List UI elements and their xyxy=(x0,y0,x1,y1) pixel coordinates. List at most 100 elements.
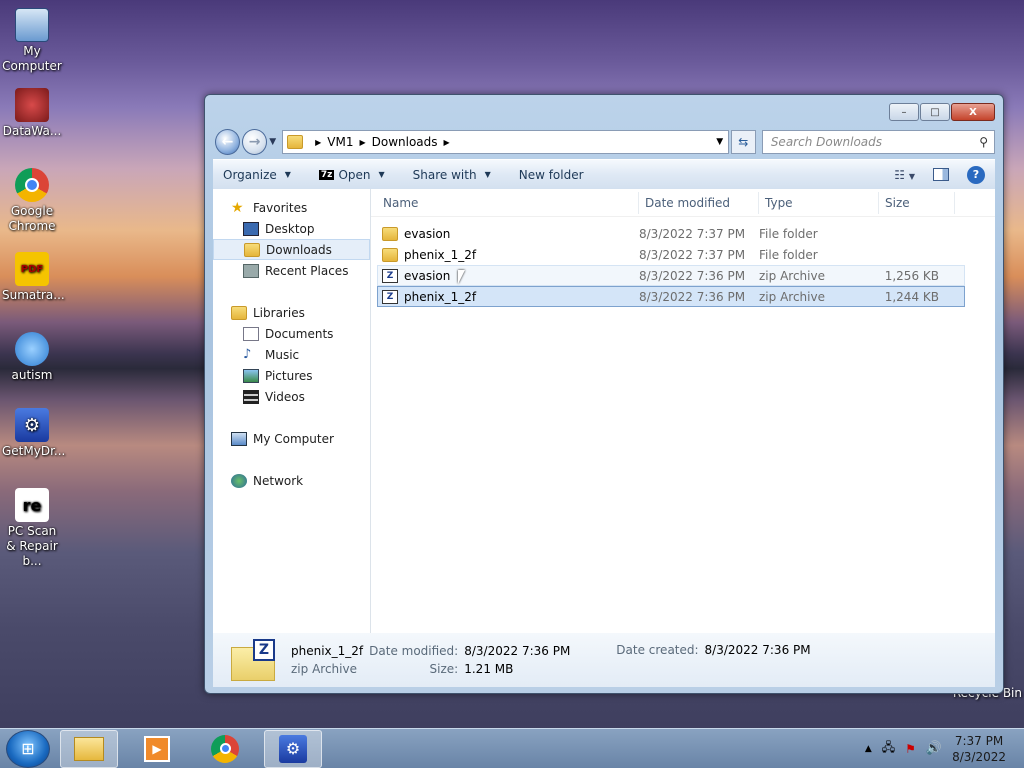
show-hidden-icons-icon[interactable]: ▲ xyxy=(865,744,872,754)
clock[interactable]: 7:37 PM 8/3/2022 xyxy=(952,733,1006,765)
view-options-icon[interactable]: ☷ ▼ xyxy=(894,168,915,182)
organize-label: Organize xyxy=(223,167,277,182)
column-size[interactable]: Size xyxy=(879,191,955,214)
open-button[interactable]: 7z Open ▼ xyxy=(318,168,385,182)
file-name: phenix_1_2f xyxy=(404,289,477,304)
nav-favorites[interactable]: ★ Favorites xyxy=(213,197,370,218)
desktop-icon-my-computer[interactable]: My Computer xyxy=(2,8,62,74)
start-button[interactable]: ⊞ xyxy=(6,729,50,768)
media-player-icon: ▶ xyxy=(144,735,170,762)
breadcrumb-vm1[interactable]: VM1 xyxy=(327,135,353,149)
volume-icon[interactable]: 🔊 xyxy=(926,741,942,756)
toolbar-right: ☷ ▼ ? xyxy=(894,165,985,184)
clock-date: 8/3/2022 xyxy=(952,749,1006,764)
desktop-icon-pc-scan[interactable]: re PC Scan & Repair b... xyxy=(2,488,62,569)
nav-my-computer-label: My Computer xyxy=(253,431,334,446)
forward-button[interactable]: → xyxy=(242,129,268,155)
nav-videos-label: Videos xyxy=(265,389,305,404)
taskbar-media-player[interactable]: ▶ xyxy=(128,730,186,768)
file-row[interactable]: evasion 8/3/2022 7:37 PM File folder xyxy=(377,223,965,244)
address-bar[interactable]: ▶ VM1 ▶ Downloads ▶ ▼ xyxy=(282,130,729,154)
navigation-pane: ★ Favorites Desktop Downloads Recent Plac… xyxy=(213,189,371,633)
column-date-modified[interactable]: Date modified xyxy=(639,191,759,214)
details-created-value-col: 8/3/2022 7:36 PM xyxy=(705,641,811,659)
nav-videos[interactable]: Videos xyxy=(213,386,370,407)
file-date: 8/3/2022 7:36 PM xyxy=(639,268,746,283)
breadcrumb-separator-icon[interactable]: ▶ xyxy=(359,138,365,147)
desktop-icon-label: GetMyDr... xyxy=(2,444,66,458)
folder-icon xyxy=(287,135,304,149)
preview-pane-icon[interactable] xyxy=(933,168,949,181)
file-row[interactable]: Zevasion 8/3/2022 7:36 PM zip Archive 1,… xyxy=(377,265,965,286)
address-dropdown-icon[interactable]: ▼ xyxy=(712,137,728,147)
file-list: Name Date modified Type Size evasion 8/3… xyxy=(371,189,995,633)
pictures-icon xyxy=(243,368,259,383)
nav-pictures-label: Pictures xyxy=(265,368,313,383)
desktop-icon-getmydr[interactable]: ⚙ GetMyDr... xyxy=(2,408,66,459)
recent-pages-dropdown-icon[interactable]: ▼ xyxy=(269,137,276,147)
maximize-button[interactable]: □ xyxy=(920,103,950,121)
file-type: File folder xyxy=(759,247,818,262)
action-center-icon[interactable]: ⚑ xyxy=(905,742,916,756)
back-arrow-icon: ← xyxy=(221,134,234,150)
desktop-icon-autism[interactable]: autism xyxy=(2,332,62,383)
navigation-bar: ← → ▼ ▶ VM1 ▶ Downloads ▶ ▼ ⇆ Search Dow… xyxy=(215,129,995,155)
details-labels-col: Date modified: Size: xyxy=(369,642,458,678)
getmydr-icon: ⚙ xyxy=(279,734,307,763)
breadcrumb-separator-icon[interactable]: ▶ xyxy=(444,138,450,147)
taskbar-getmydr[interactable]: ⚙ xyxy=(264,729,322,768)
downloads-folder-icon xyxy=(244,242,260,257)
chrome-icon xyxy=(15,168,49,202)
desktop-icon-label: DataWa... xyxy=(2,124,62,138)
explorer-folder-icon xyxy=(74,736,104,761)
file-name: phenix_1_2f xyxy=(404,247,477,262)
organize-button[interactable]: Organize ▼ xyxy=(223,168,291,182)
file-date: 8/3/2022 7:37 PM xyxy=(639,247,746,262)
nav-desktop[interactable]: Desktop xyxy=(213,218,370,239)
details-pane: Z phenix_1_2f zip Archive Date modified:… xyxy=(213,633,995,687)
file-date: 8/3/2022 7:36 PM xyxy=(639,289,746,304)
close-button[interactable]: X xyxy=(951,103,995,121)
column-type[interactable]: Type xyxy=(759,191,879,214)
details-date-created-label: Date created: xyxy=(616,643,699,657)
help-icon[interactable]: ? xyxy=(967,165,985,184)
nav-music-label: Music xyxy=(265,347,300,362)
desktop-icon-sumatra[interactable]: PDF Sumatra... xyxy=(2,252,65,303)
share-with-button[interactable]: Share with ▼ xyxy=(413,168,491,182)
search-input[interactable]: Search Downloads ⚲ xyxy=(761,130,995,154)
nav-music[interactable]: ♪ Music xyxy=(213,344,370,365)
refresh-button[interactable]: ⇆ xyxy=(730,130,756,154)
column-name[interactable]: Name xyxy=(371,191,639,214)
taskbar-explorer[interactable] xyxy=(60,729,118,768)
search-placeholder: Search Downloads xyxy=(770,135,883,149)
nav-documents[interactable]: Documents xyxy=(213,323,370,344)
taskbar-chrome[interactable] xyxy=(196,730,254,768)
windows-logo-icon: ⊞ xyxy=(21,739,35,758)
datawa-icon xyxy=(15,88,49,122)
nav-pictures[interactable]: Pictures xyxy=(213,365,370,386)
nav-my-computer[interactable]: My Computer xyxy=(213,428,370,449)
nav-network[interactable]: Network xyxy=(213,470,370,491)
back-button[interactable]: ← xyxy=(215,129,241,155)
file-row[interactable]: phenix_1_2f 8/3/2022 7:37 PM File folder xyxy=(377,244,965,265)
pdf-icon: PDF xyxy=(15,252,49,286)
explorer-window: – □ X ← → ▼ ▶ VM1 ▶ Downloads ▶ ▼ ⇆ Sear… xyxy=(204,94,1004,694)
file-row-selected[interactable]: Zphenix_1_2f 8/3/2022 7:36 PM zip Archiv… xyxy=(377,286,965,307)
new-folder-button[interactable]: New folder xyxy=(519,168,584,182)
nav-libraries[interactable]: Libraries xyxy=(213,302,370,323)
desktop-icon-chrome[interactable]: Google Chrome xyxy=(2,168,62,234)
search-icon[interactable]: ⚲ xyxy=(979,135,988,149)
desktop-icon-datawa[interactable]: DataWa... xyxy=(2,88,62,139)
details-file-name: phenix_1_2f xyxy=(291,644,364,658)
zip-archive-icon: Z xyxy=(382,268,398,283)
details-size-label: Size: xyxy=(429,662,459,676)
chevron-down-icon: ▼ xyxy=(484,170,491,179)
nav-recent-places[interactable]: Recent Places xyxy=(213,260,370,281)
breadcrumb-separator-icon[interactable]: ▶ xyxy=(315,138,321,147)
videos-icon xyxy=(243,389,259,404)
nav-downloads[interactable]: Downloads xyxy=(213,239,370,260)
network-tray-icon[interactable]: 🖧 xyxy=(882,738,895,759)
breadcrumb-downloads[interactable]: Downloads xyxy=(372,135,438,149)
minimize-button[interactable]: – xyxy=(889,103,919,121)
recent-places-icon xyxy=(243,263,259,278)
